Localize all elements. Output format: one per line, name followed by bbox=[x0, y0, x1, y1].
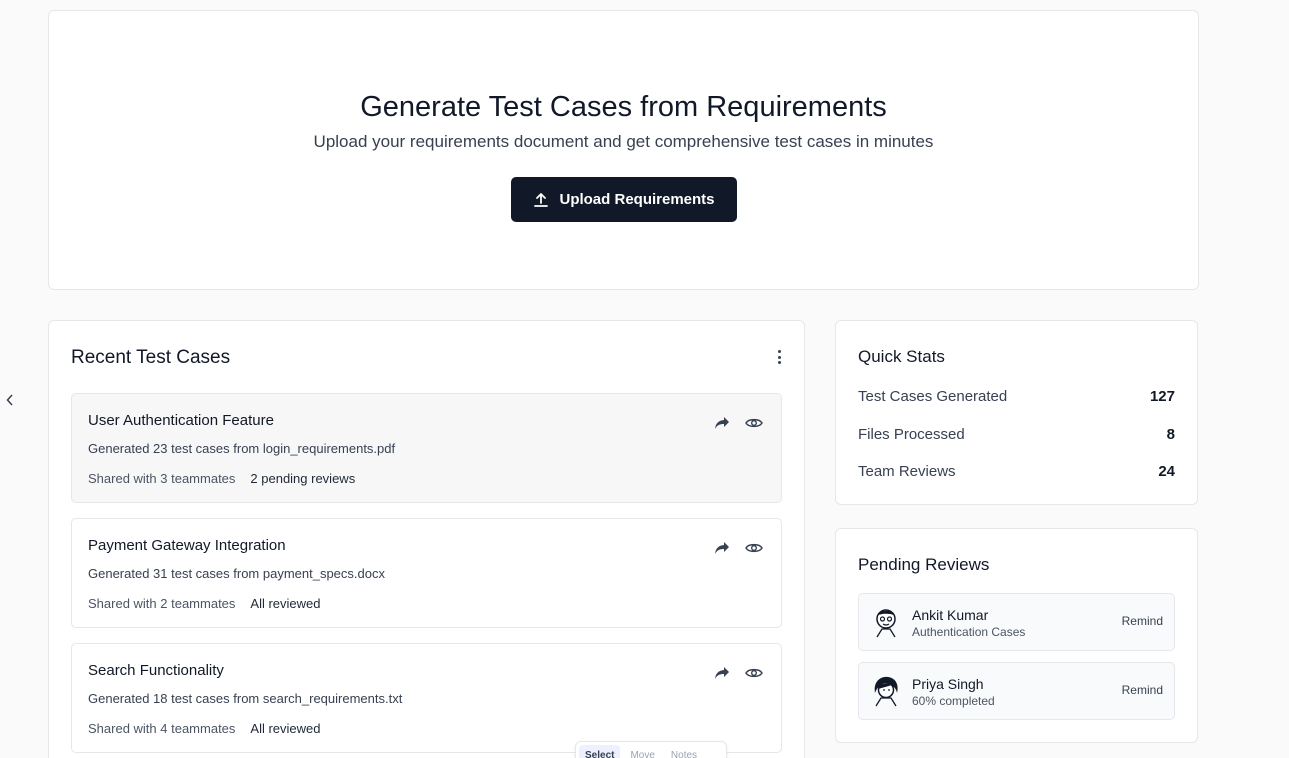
toolbar-select-button[interactable]: Select bbox=[579, 745, 621, 758]
stat-value: 8 bbox=[1166, 426, 1175, 443]
reviewer-subtitle: 60% completed bbox=[912, 694, 995, 708]
test-case-description: Generated 18 test cases from search_requ… bbox=[88, 691, 403, 706]
recent-test-cases-title: Recent Test Cases bbox=[71, 347, 231, 368]
recent-test-cases-card: Recent Test Cases User Authentication Fe… bbox=[48, 320, 805, 758]
stat-label: Test Cases Generated bbox=[858, 388, 1008, 405]
view-eye-icon[interactable] bbox=[745, 414, 763, 432]
quick-stats-title: Quick Stats bbox=[858, 347, 945, 366]
test-case-description: Generated 23 test cases from login_requi… bbox=[88, 441, 396, 456]
test-case-status: 2 pending reviews bbox=[250, 471, 356, 486]
pending-reviews-card: Pending Reviews Ankit Kumar Authenticati… bbox=[835, 528, 1198, 743]
test-case-shared: Shared with 3 teammates bbox=[88, 471, 236, 486]
stat-row: Files Processed 8 bbox=[858, 426, 1175, 443]
avatar bbox=[876, 609, 896, 638]
stat-value: 24 bbox=[1158, 463, 1175, 480]
upload-icon bbox=[534, 192, 549, 207]
test-case-item[interactable]: User Authentication Feature Generated 23… bbox=[71, 393, 782, 503]
view-eye-icon[interactable] bbox=[745, 539, 763, 557]
test-case-meta: Shared with 4 teammates All reviewed bbox=[88, 721, 321, 736]
avatar bbox=[874, 676, 898, 707]
share-icon[interactable] bbox=[713, 414, 731, 432]
review-item: Ankit Kumar Authentication Cases Remind bbox=[858, 593, 1175, 651]
stat-value: 127 bbox=[1149, 388, 1175, 405]
hero-subtitle: Upload your requirements document and ge… bbox=[313, 132, 934, 151]
test-case-actions bbox=[713, 539, 763, 557]
test-case-shared: Shared with 2 teammates bbox=[88, 596, 236, 611]
quick-stats-card: Quick Stats Test Cases Generated 127 Fil… bbox=[835, 320, 1198, 505]
remind-button[interactable]: Remind bbox=[1122, 614, 1163, 628]
stat-label: Files Processed bbox=[858, 426, 965, 443]
share-icon[interactable] bbox=[713, 539, 731, 557]
test-case-item[interactable]: Payment Gateway Integration Generated 31… bbox=[71, 518, 782, 628]
test-case-status: All reviewed bbox=[250, 596, 321, 611]
toolbar-notes-button[interactable]: Notes bbox=[665, 745, 703, 758]
reviewer-name: Ankit Kumar bbox=[912, 607, 989, 623]
test-case-actions bbox=[713, 414, 763, 432]
view-eye-icon[interactable] bbox=[745, 664, 763, 682]
reviewer-name: Priya Singh bbox=[912, 676, 984, 692]
pending-reviews-title: Pending Reviews bbox=[858, 555, 990, 574]
test-case-status: All reviewed bbox=[250, 721, 321, 736]
test-case-description: Generated 31 test cases from payment_spe… bbox=[88, 566, 385, 581]
stat-row: Test Cases Generated 127 bbox=[858, 388, 1175, 405]
hero-title: Generate Test Cases from Requirements bbox=[360, 91, 887, 123]
upload-hero-card: Generate Test Cases from Requirements Up… bbox=[48, 10, 1199, 290]
test-case-title: Payment Gateway Integration bbox=[88, 537, 286, 554]
upload-requirements-button[interactable]: Upload Requirements bbox=[511, 177, 737, 222]
test-case-shared: Shared with 4 teammates bbox=[88, 721, 236, 736]
test-case-item[interactable]: Search Functionality Generated 18 test c… bbox=[71, 643, 782, 753]
floating-toolbar: Select Move Notes bbox=[575, 741, 727, 758]
review-item: Priya Singh 60% completed Remind bbox=[858, 662, 1175, 720]
more-options-icon[interactable] bbox=[774, 349, 784, 365]
stat-row: Team Reviews 24 bbox=[858, 463, 1175, 480]
toolbar-move-button[interactable]: Move bbox=[624, 745, 660, 758]
test-case-title: User Authentication Feature bbox=[88, 412, 274, 429]
test-case-title: Search Functionality bbox=[88, 662, 224, 679]
back-chevron-icon[interactable] bbox=[4, 390, 16, 410]
test-case-actions bbox=[713, 664, 763, 682]
reviewer-subtitle: Authentication Cases bbox=[912, 625, 1026, 639]
stat-label: Team Reviews bbox=[858, 463, 956, 480]
share-icon[interactable] bbox=[713, 664, 731, 682]
remind-button[interactable]: Remind bbox=[1122, 683, 1163, 697]
test-case-meta: Shared with 2 teammates All reviewed bbox=[88, 596, 321, 611]
test-case-meta: Shared with 3 teammates 2 pending review… bbox=[88, 471, 355, 486]
upload-button-label: Upload Requirements bbox=[559, 191, 715, 208]
